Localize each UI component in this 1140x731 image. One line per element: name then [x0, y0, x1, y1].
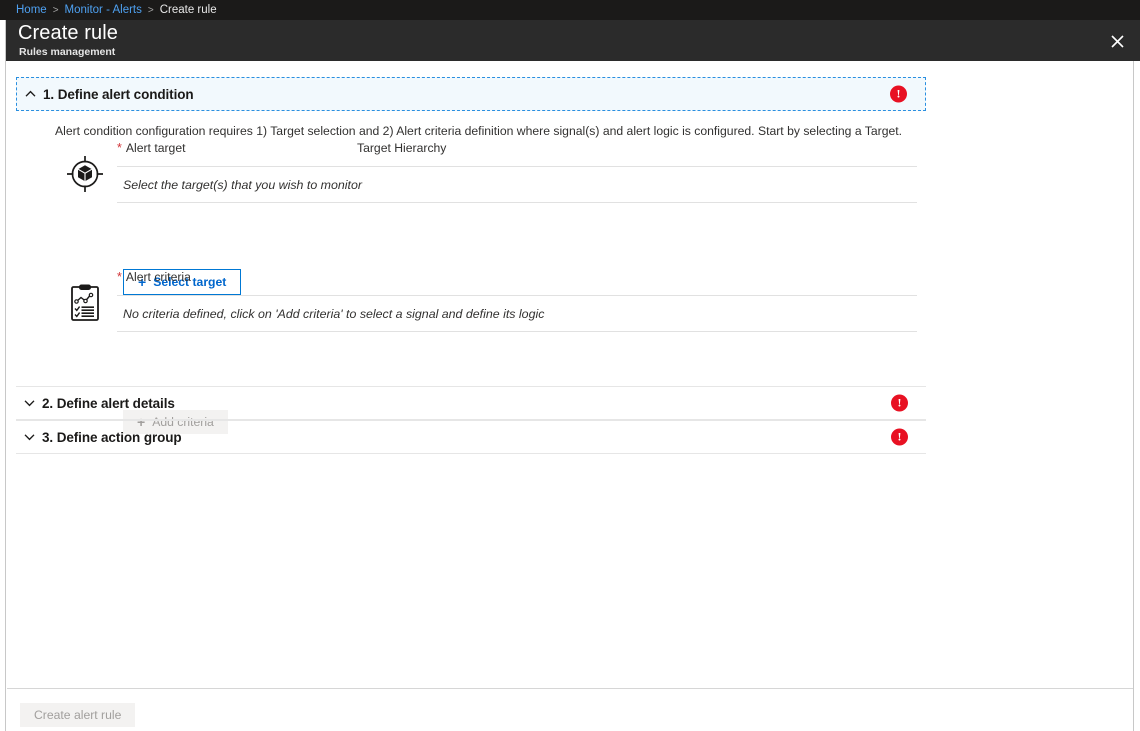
- breadcrumb-separator: >: [52, 4, 59, 16]
- page-subtitle: Rules management: [19, 46, 116, 58]
- error-exclamation-glyph: !: [896, 86, 901, 101]
- required-marker: *: [117, 141, 122, 155]
- field-label-alert-criteria: Alert criteria: [125, 270, 191, 284]
- section-description: Alert condition configuration requires 1…: [55, 124, 903, 138]
- blade-content: 1. Define alert condition ! Alert condit…: [7, 61, 1133, 681]
- status-badge-error: !: [890, 85, 907, 103]
- column-header-target-hierarchy: Target Hierarchy: [357, 141, 447, 155]
- breadcrumb-item-home[interactable]: Home: [16, 4, 47, 16]
- field-alert-target-body: * Alert target Target Hierarchy Select t…: [117, 141, 917, 203]
- field-alert-target-header: * Alert target Target Hierarchy: [117, 141, 917, 167]
- section-header-define-action-group[interactable]: 3. Define action group !: [16, 420, 926, 454]
- close-button[interactable]: [1102, 26, 1132, 56]
- target-resource-icon: [57, 146, 113, 202]
- section-header-define-alert-details[interactable]: 2. Define alert details !: [16, 386, 926, 420]
- error-exclamation-glyph: !: [897, 395, 902, 410]
- chevron-down-icon: [16, 386, 42, 420]
- blade-header: Create rule Rules management: [6, 20, 1140, 61]
- blade-left-edge: [0, 0, 6, 731]
- blade-footer: Create alert rule: [7, 688, 1133, 731]
- section-title: 3. Define action group: [42, 429, 182, 445]
- field-alert-criteria-body: * Alert criteria No criteria defined, cl…: [117, 270, 917, 332]
- breadcrumb-separator: >: [147, 4, 154, 16]
- section-title: 1. Define alert condition: [43, 86, 194, 102]
- section-title: 2. Define alert details: [42, 395, 175, 411]
- criteria-clipboard-icon: [57, 275, 113, 331]
- create-rule-blade: Home > Monitor - Alerts > Create rule Cr…: [0, 0, 1140, 731]
- create-alert-rule-button[interactable]: Create alert rule: [20, 703, 136, 727]
- status-badge-error: !: [891, 394, 908, 412]
- status-badge-error: !: [891, 428, 908, 446]
- field-label-alert-target: Alert target: [125, 141, 186, 155]
- chevron-down-icon: [16, 420, 42, 454]
- breadcrumb: Home > Monitor - Alerts > Create rule: [0, 0, 1140, 20]
- page-title: Create rule: [18, 22, 119, 44]
- breadcrumb-item-monitor-alerts[interactable]: Monitor - Alerts: [65, 4, 142, 16]
- alert-criteria-empty-state: No criteria defined, click on 'Add crite…: [117, 296, 917, 332]
- create-alert-rule-label: Create alert rule: [34, 708, 122, 722]
- breadcrumb-item-create-rule: Create rule: [159, 4, 217, 16]
- field-alert-criteria-header: * Alert criteria: [117, 270, 917, 296]
- error-exclamation-glyph: !: [897, 429, 902, 444]
- close-icon: [1110, 34, 1124, 48]
- required-marker: *: [117, 270, 122, 284]
- section-header-define-alert-condition[interactable]: 1. Define alert condition !: [16, 77, 926, 111]
- alert-target-empty-state: Select the target(s) that you wish to mo…: [117, 167, 917, 203]
- blade-right-edge: [1133, 20, 1140, 731]
- chevron-up-icon: [17, 77, 43, 111]
